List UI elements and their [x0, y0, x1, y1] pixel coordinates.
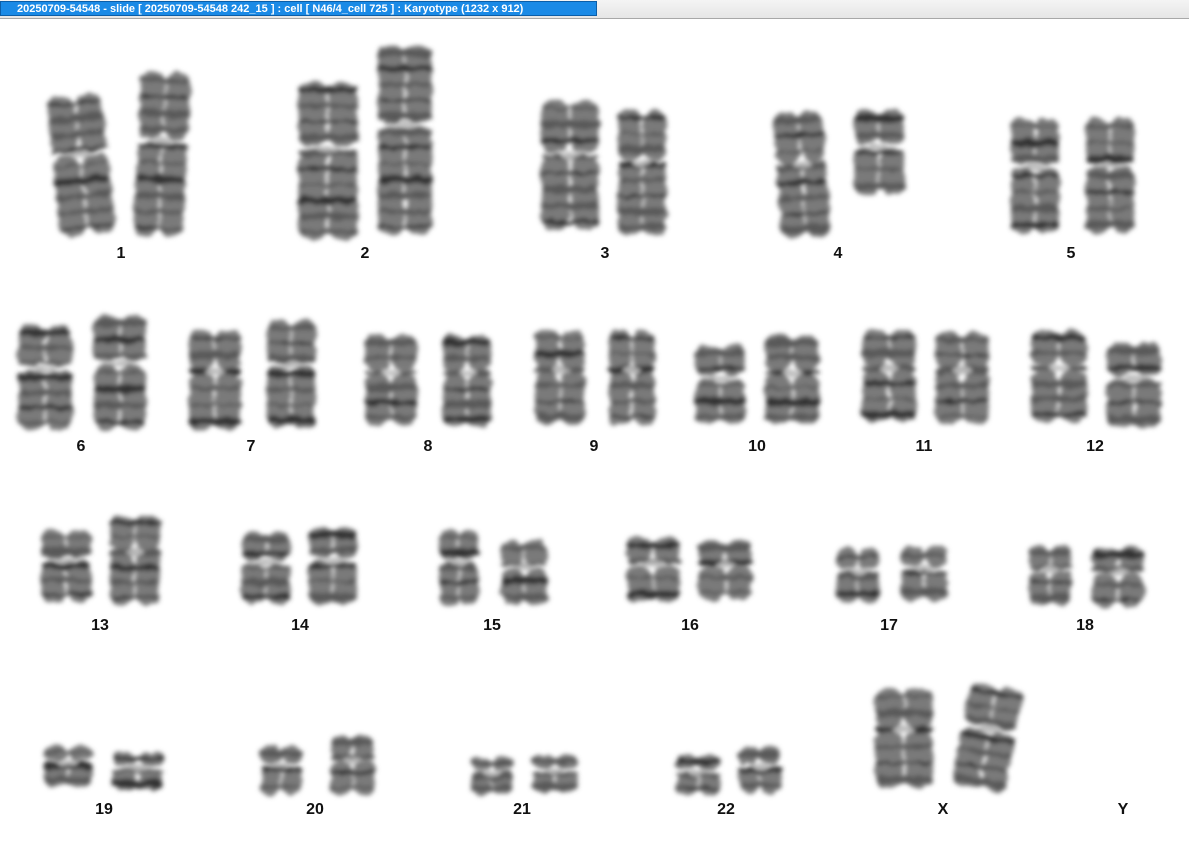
chromosome-17-homolog-1[interactable]: [836, 548, 880, 603]
chromosome-14-homolog-2[interactable]: [309, 527, 357, 605]
window-title[interactable]: 20250709-54548 - slide [ 20250709-54548 …: [0, 1, 597, 16]
chromosome-label-19: 19: [95, 801, 113, 818]
chromosome-2-homolog-2[interactable]: [378, 45, 432, 235]
chromosome-10-homolog-1[interactable]: [695, 345, 745, 425]
chromosome-label-10: 10: [748, 438, 766, 455]
chromosome-label-6: 6: [77, 438, 86, 455]
chromosome-label-11: 11: [916, 438, 933, 455]
chromosome-13-homolog-1[interactable]: [41, 530, 91, 602]
chromosome-label-16: 16: [681, 617, 699, 634]
chromosome-4-homolog-2[interactable]: [854, 110, 904, 195]
chromosome-label-9: 9: [590, 438, 599, 455]
chromosome-pair-4[interactable]: [773, 110, 904, 239]
chromosome-pair-17[interactable]: [836, 546, 948, 603]
chromosome-pair-5[interactable]: [1011, 118, 1134, 233]
chromosome-pair-9[interactable]: [535, 330, 656, 425]
chromosome-15-homolog-1[interactable]: [439, 530, 479, 605]
chromosome-pair-22[interactable]: [675, 747, 782, 795]
chromosome-21-homolog-2[interactable]: [531, 755, 579, 793]
chromosome-label-18: 18: [1076, 617, 1094, 634]
chromosome-label-13: 13: [91, 617, 109, 634]
chromosome-label-y: Y: [1118, 801, 1129, 818]
chromosome-11-homolog-1[interactable]: [862, 330, 916, 422]
chromosome-pair-x[interactable]: [875, 681, 1023, 794]
chromosome-label-5: 5: [1067, 245, 1076, 262]
chromosome-2-homolog-1[interactable]: [298, 82, 358, 240]
chromosome-6-homolog-1[interactable]: [18, 325, 72, 430]
chromosome-12-homolog-1[interactable]: [1031, 330, 1087, 422]
chromosome-15-homolog-2[interactable]: [500, 540, 548, 605]
chromosome-9-homolog-1[interactable]: [535, 330, 585, 425]
chromosome-x-homolog-1[interactable]: [875, 688, 933, 788]
chromosome-8-homolog-1[interactable]: [365, 335, 417, 425]
chromosome-label-x: X: [938, 801, 949, 818]
chromosome-pair-1[interactable]: [46, 71, 191, 238]
chromosome-14-homolog-1[interactable]: [242, 532, 290, 604]
chromosome-pair-12[interactable]: [1031, 330, 1161, 428]
chromosome-9-homolog-2[interactable]: [608, 330, 656, 425]
chromosome-label-15: 15: [483, 617, 501, 634]
chromosome-12-homolog-2[interactable]: [1107, 342, 1161, 428]
chromosome-6-homolog-2[interactable]: [94, 315, 146, 430]
chromosome-pair-3[interactable]: [541, 100, 666, 235]
chromosome-label-7: 7: [247, 438, 256, 455]
chromosome-pair-8[interactable]: [365, 335, 491, 427]
chromosome-10-homolog-2[interactable]: [765, 335, 819, 425]
chromosome-pair-7[interactable]: [189, 320, 315, 430]
chromosome-17-homolog-2[interactable]: [900, 546, 948, 601]
chromosome-label-12: 12: [1086, 438, 1104, 455]
chromosome-pair-10[interactable]: [695, 335, 819, 425]
chromosome-22-homolog-2[interactable]: [738, 747, 782, 793]
chromosome-pair-19[interactable]: [44, 745, 164, 790]
chromosome-pair-13[interactable]: [41, 515, 160, 605]
chromosome-pair-18[interactable]: [1028, 545, 1144, 607]
chromosome-19-homolog-1[interactable]: [44, 745, 92, 787]
chromosome-label-2: 2: [361, 245, 370, 262]
chromosome-16-homolog-1[interactable]: [626, 537, 680, 602]
chromosome-18-homolog-1[interactable]: [1028, 545, 1072, 605]
chromosome-label-1: 1: [117, 245, 126, 262]
chromosome-11-homolog-2[interactable]: [935, 332, 989, 424]
chromosome-4-homolog-1[interactable]: [773, 110, 832, 238]
chromosome-label-8: 8: [424, 438, 433, 455]
chromosome-7-homolog-2[interactable]: [267, 320, 315, 428]
window-title-bar: 20250709-54548 - slide [ 20250709-54548 …: [0, 0, 1189, 19]
chromosome-x-homolog-2[interactable]: [952, 681, 1023, 794]
chromosome-5-homolog-2[interactable]: [1086, 118, 1134, 233]
chromosome-1-homolog-2[interactable]: [133, 71, 191, 238]
chromosome-3-homolog-1[interactable]: [541, 100, 599, 230]
chromosome-label-3: 3: [601, 245, 610, 262]
chromosome-19-homolog-2[interactable]: [112, 752, 164, 790]
chromosome-pair-20[interactable]: [260, 735, 376, 795]
chromosome-pair-11[interactable]: [862, 330, 989, 424]
chromosome-label-22: 22: [717, 801, 735, 818]
chromosome-pair-2[interactable]: [298, 45, 432, 240]
chromosome-pair-14[interactable]: [242, 527, 357, 605]
chromosome-3-homolog-2[interactable]: [618, 110, 666, 235]
chromosome-label-17: 17: [880, 617, 898, 634]
chromosome-13-homolog-2[interactable]: [110, 515, 160, 605]
chromosome-layer: [18, 45, 1161, 795]
chromosome-22-homolog-1[interactable]: [675, 755, 721, 795]
chromosome-pair-21[interactable]: [470, 755, 579, 795]
chromosome-18-homolog-2[interactable]: [1092, 547, 1144, 607]
chromosome-20-homolog-1[interactable]: [260, 745, 302, 795]
chromosome-pair-16[interactable]: [626, 537, 752, 602]
karyotype-canvas: 1 2 3 4 56 7 8 9 10 11 1213 14 15 16 17 1819 20 21 22 X Y: [18, 45, 1161, 818]
chromosome-16-homolog-2[interactable]: [698, 540, 752, 600]
chromosome-label-14: 14: [291, 617, 309, 634]
chromosome-label-20: 20: [306, 801, 324, 818]
chromosome-pair-6[interactable]: [18, 315, 146, 430]
chromosome-7-homolog-1[interactable]: [189, 330, 241, 430]
chromosome-20-homolog-2[interactable]: [330, 735, 376, 795]
chromosome-5-homolog-1[interactable]: [1011, 118, 1059, 233]
chromosome-8-homolog-2[interactable]: [443, 335, 491, 427]
chromosome-label-4: 4: [834, 245, 843, 262]
chromosome-1-homolog-1[interactable]: [46, 92, 116, 237]
chromosome-pair-15[interactable]: [439, 530, 548, 605]
chromosome-label-21: 21: [513, 801, 531, 818]
chromosome-21-homolog-1[interactable]: [470, 757, 514, 795]
